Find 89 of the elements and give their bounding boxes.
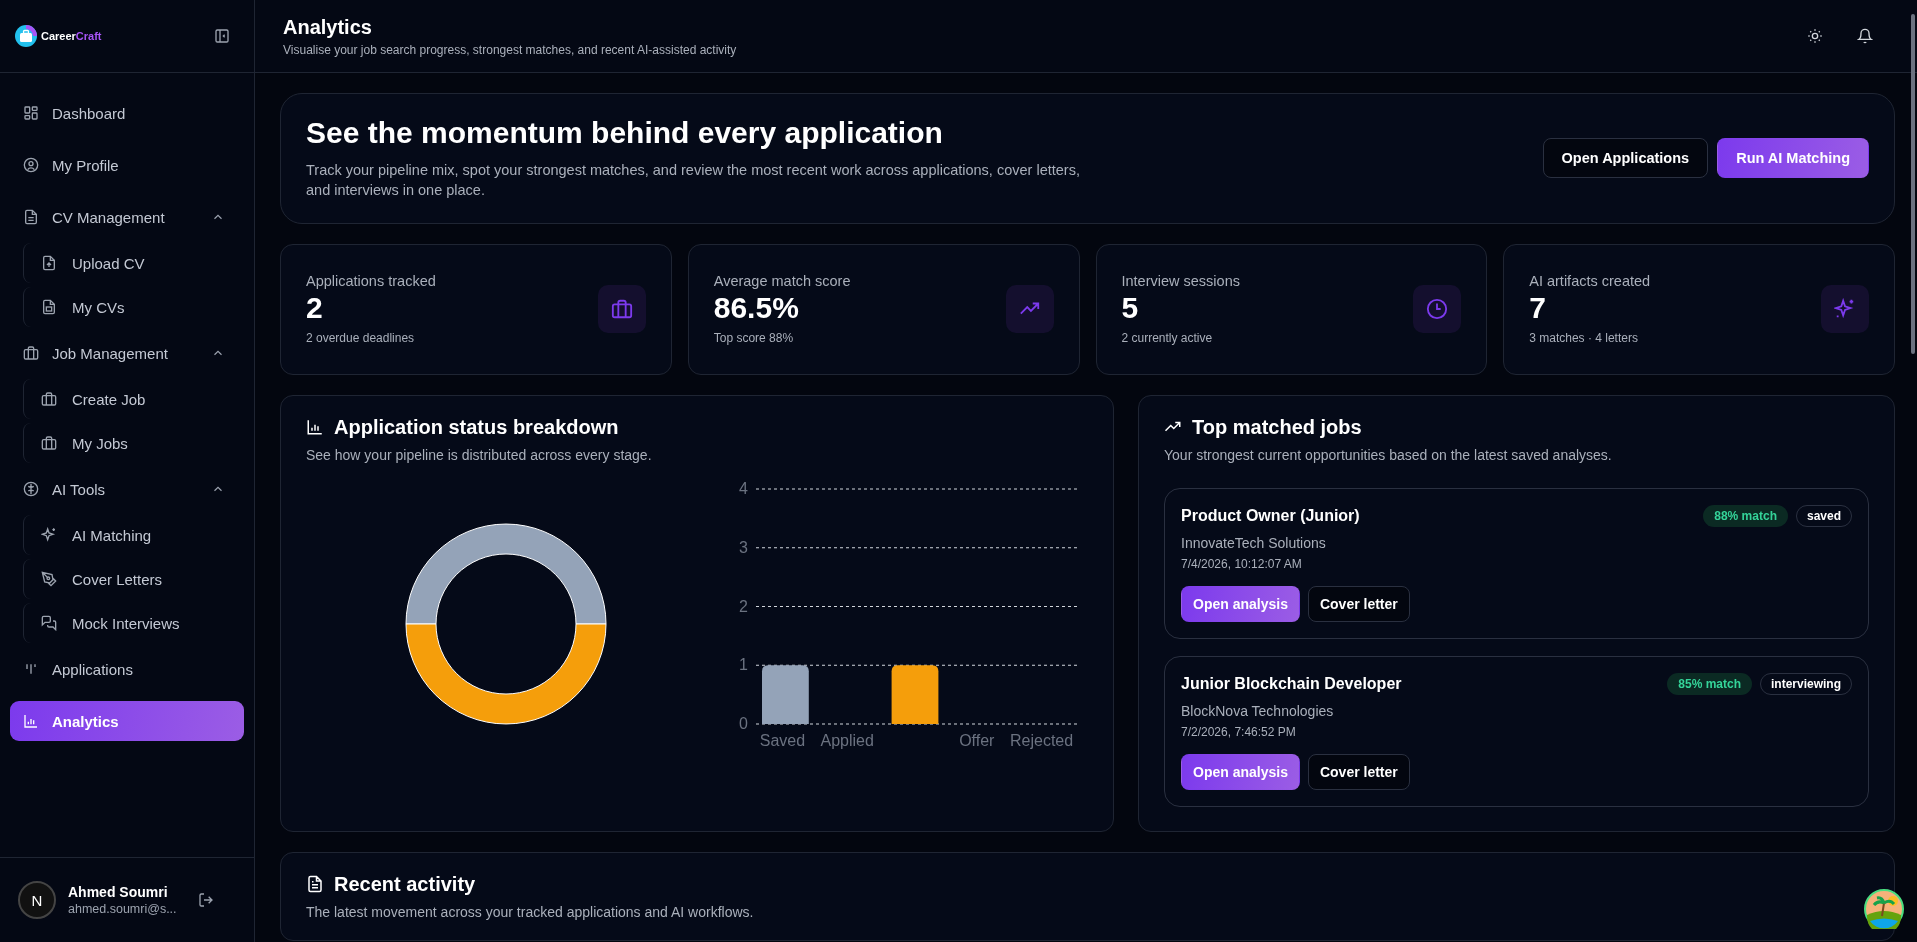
dashboard-grid-icon	[23, 105, 39, 121]
briefcase-icon	[41, 391, 57, 407]
nav-subitem[interactable]: Mock Interviews	[23, 603, 244, 643]
axis-tick-label: 1	[739, 655, 748, 673]
run-matching-button[interactable]: Run AI Matching	[1717, 138, 1869, 179]
sparkles-icon	[41, 527, 57, 543]
nav-item[interactable]: Dashboard	[10, 93, 244, 133]
axis-tick-label: 0	[739, 714, 748, 732]
panel-subtitle: See how your pipeline is distributed across every stage.	[306, 446, 653, 463]
logo-text: CareerCraft	[41, 30, 102, 42]
stat-note: Top score 88%	[713, 331, 795, 346]
nav-group-header[interactable]: CV Management	[10, 197, 244, 237]
panel-title: Recent activity	[334, 872, 476, 896]
nav-group-header[interactable]: Job Management	[10, 333, 244, 373]
stat-value: 86.5%	[713, 291, 800, 326]
cover-letter-button[interactable]: Cover letter	[1307, 753, 1410, 790]
nav-item[interactable]: Applications	[10, 649, 244, 689]
stat-label: Interview sessions	[1121, 273, 1240, 290]
palm-tree-icon[interactable]	[1861, 886, 1907, 932]
stat-value: 7	[1529, 291, 1547, 326]
pen-nib-icon	[41, 571, 57, 587]
panel-title: Top matched jobs	[1192, 415, 1362, 439]
panel-title: Application status breakdown	[334, 415, 619, 439]
briefcase-icon	[597, 285, 646, 334]
document-icon	[23, 209, 39, 225]
category-label: Offer	[959, 731, 995, 749]
axis-tick-label: 4	[739, 479, 748, 497]
panel-subtitle: The latest movement across your tracked applications and AI workflows.	[306, 903, 755, 920]
notifications-icon[interactable]	[1855, 26, 1875, 46]
briefcase-icon	[23, 345, 39, 361]
collapse-sidebar-icon[interactable]	[212, 26, 232, 46]
axis-tick-label: 3	[739, 538, 748, 556]
hero-title: See the momentum behind every application	[306, 116, 944, 150]
cover-letter-button[interactable]: Cover letter	[1307, 585, 1410, 622]
job-title: Junior Blockchain Developer	[1181, 674, 1402, 693]
file-icon	[41, 299, 57, 315]
stat-label: AI artifacts created	[1529, 273, 1651, 290]
chat-bubbles-icon	[41, 615, 57, 631]
job-date: 7/4/2026, 10:12:07 AM	[1181, 556, 1303, 571]
stat-value: 2	[306, 291, 324, 326]
category-label: Saved	[759, 731, 806, 749]
nav-group-header[interactable]: AI Tools	[10, 469, 244, 509]
nav-subitem[interactable]: Create Job	[23, 379, 244, 419]
company-name: BlockNova Technologies	[1181, 702, 1335, 719]
job-date: 7/2/2026, 7:46:52 PM	[1181, 724, 1297, 739]
app-logo[interactable]: CareerCraft	[14, 24, 102, 48]
stat-label: Average match score	[713, 273, 851, 290]
briefcase-icon	[41, 435, 57, 451]
nav-subitem[interactable]: Upload CV	[23, 243, 244, 283]
open-analysis-button[interactable]: Open analysis	[1181, 585, 1300, 622]
page-subtitle: Visualise your job search progress, strongest matches, and recent AI-assisted activity	[283, 42, 737, 57]
category-label: Applied	[820, 731, 874, 749]
stat-label: Applications tracked	[306, 273, 436, 290]
user-email: ahmed.soumri@s...	[68, 902, 178, 916]
kanban-icon	[23, 661, 39, 677]
user-avatar: N	[18, 881, 56, 919]
file-upload-icon	[41, 255, 57, 271]
user-circle-icon	[23, 157, 39, 173]
stat-note: 2 currently active	[1121, 331, 1214, 346]
scrollbar[interactable]	[1911, 14, 1915, 354]
nav-subitem[interactable]: AI Matching	[23, 515, 244, 555]
nav-item[interactable]: Analytics	[10, 701, 244, 741]
stat-value: 5	[1121, 291, 1140, 326]
match-badge: 85% match	[1667, 672, 1752, 695]
document-icon	[306, 875, 324, 894]
category-label: Rejected	[1010, 731, 1074, 749]
page-title: Analytics	[283, 15, 373, 39]
nav-item[interactable]: My Profile	[10, 145, 244, 185]
clock-icon	[1413, 285, 1462, 334]
bar-chart-icon	[306, 418, 324, 437]
nav-subitem[interactable]: Cover Letters	[23, 559, 244, 599]
company-name: InnovateTech Solutions	[1181, 534, 1327, 551]
stat-note: 3 matches · 4 letters	[1529, 331, 1639, 346]
nav-subitem[interactable]: My CVs	[23, 287, 244, 327]
panel-subtitle: Your strongest current opportunities based on the latest saved analyses.	[1164, 446, 1613, 463]
briefcase-logo-icon	[14, 24, 38, 48]
nav-subitem[interactable]: My Jobs	[23, 423, 244, 463]
axis-tick-label: 2	[739, 597, 748, 615]
hero-description: Track your pipeline mix, spot your strongest matches, and review the most recent work across applications, cover letters, and interviews in one place.	[306, 161, 1081, 201]
stat-note: 2 overdue deadlines	[306, 331, 416, 346]
open-analysis-button[interactable]: Open analysis	[1181, 753, 1300, 790]
sparkles-icon	[1821, 285, 1869, 334]
bar-chart-icon	[23, 713, 39, 729]
job-title: Product Owner (Junior)	[1181, 506, 1360, 525]
trending-up-icon	[1005, 285, 1054, 334]
match-badge: 88% match	[1703, 504, 1788, 527]
open-applications-button[interactable]: Open Applications	[1542, 138, 1709, 179]
user-name: Ahmed Soumri	[68, 884, 169, 900]
sun-icon[interactable]	[1805, 26, 1825, 46]
